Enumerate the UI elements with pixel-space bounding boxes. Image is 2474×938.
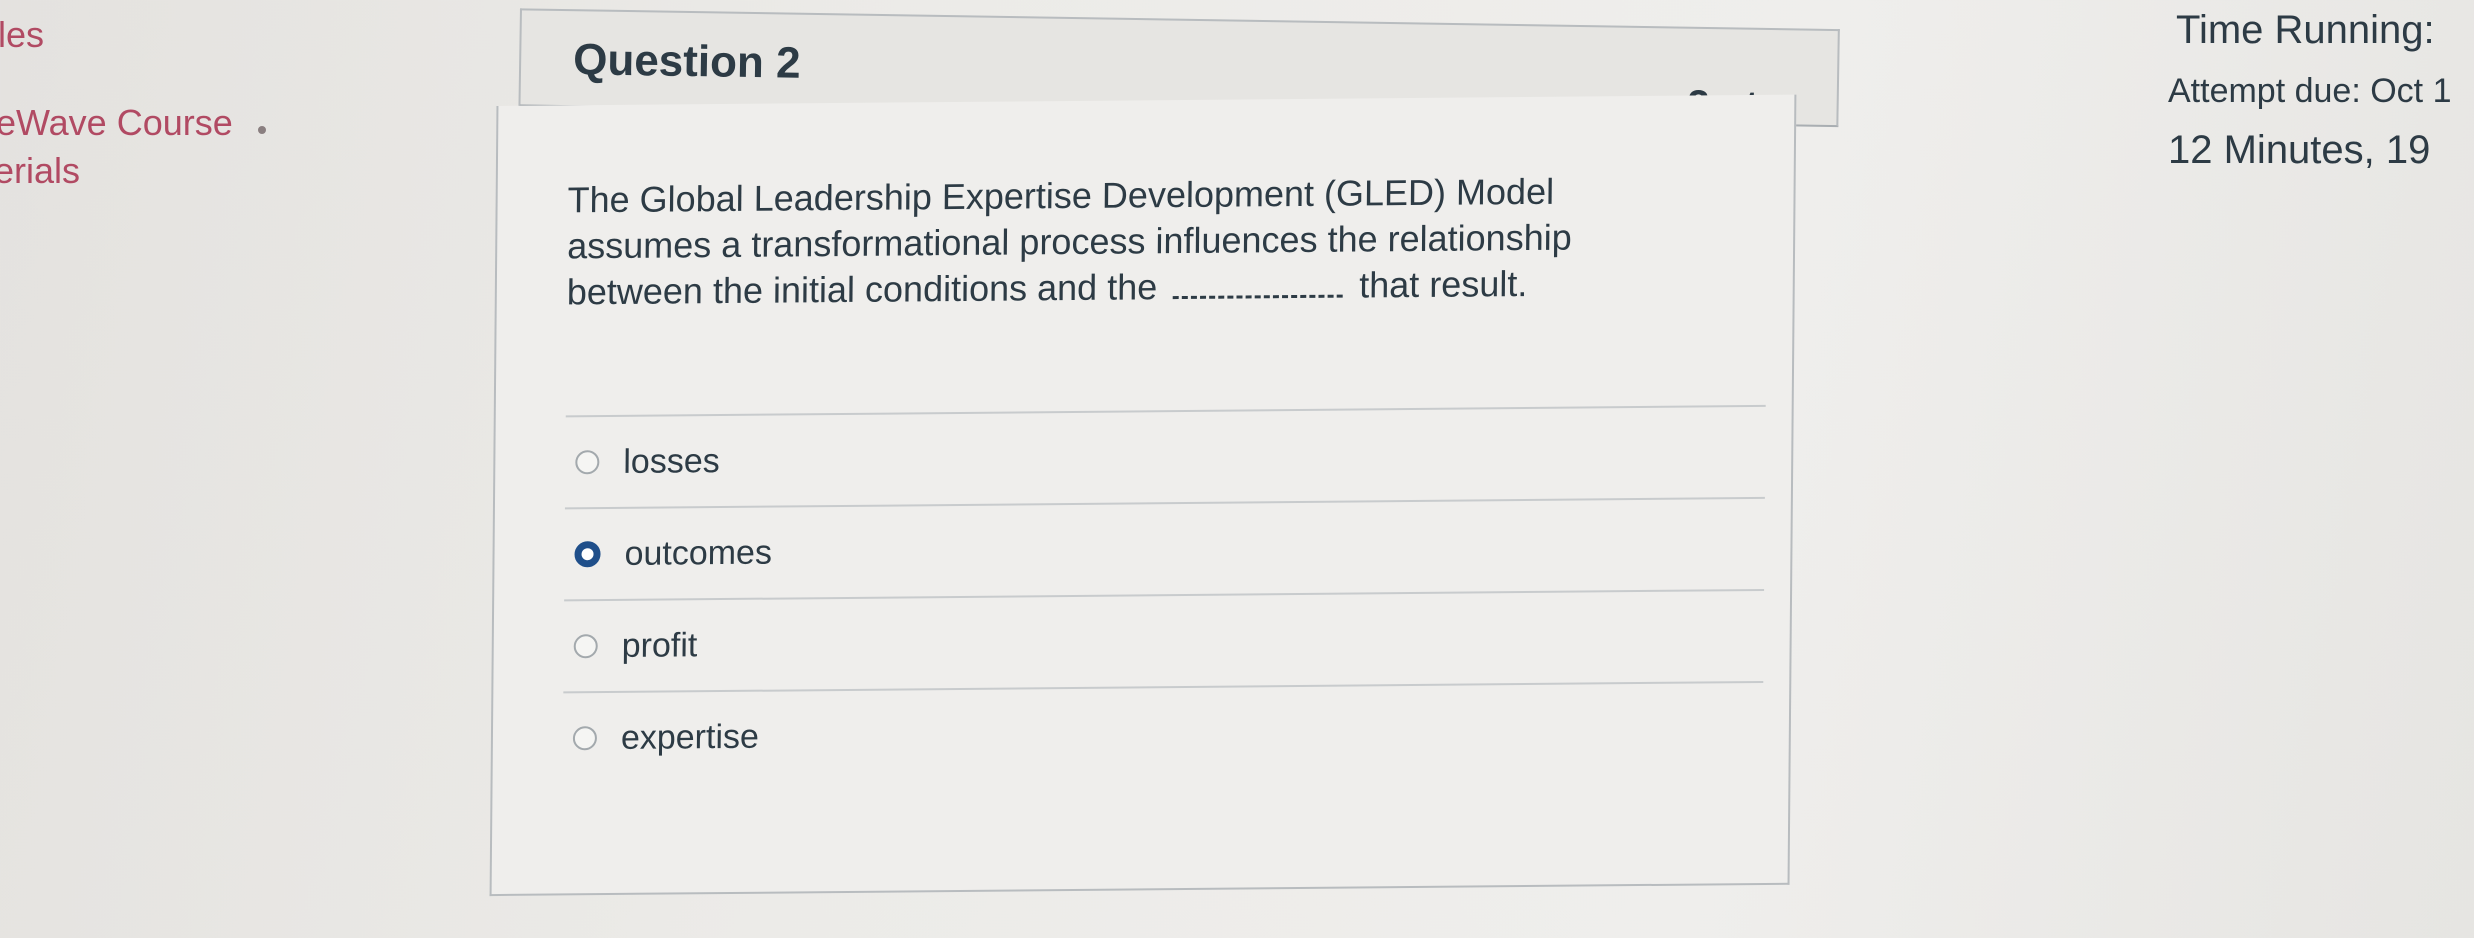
answer-option-expertise[interactable]: expertise	[562, 680, 1764, 784]
time-running-label: Time Running:	[2176, 8, 2435, 52]
radio-button[interactable]	[575, 450, 600, 475]
answer-label: losses	[623, 441, 720, 481]
answer-label: outcomes	[624, 533, 773, 573]
answer-label: expertise	[620, 717, 760, 757]
timer-panel: Time Running: Attempt due: Oct 1 12 Minu…	[2168, 0, 2474, 200]
radio-button[interactable]	[572, 726, 598, 751]
answer-option-profit[interactable]: profit	[563, 588, 1765, 692]
question-body: The Global Leadership Expertise Developm…	[489, 94, 1797, 897]
fill-in-blank	[1173, 270, 1344, 300]
answer-option-losses[interactable]: losses	[564, 404, 1766, 508]
nav-link-course-materials[interactable]: eWave Course	[0, 102, 233, 144]
external-link-icon	[258, 126, 266, 134]
question-text-after-blank: that result.	[1359, 262, 1528, 306]
radio-button[interactable]	[573, 634, 598, 659]
question-text: The Global Leadership Expertise Developm…	[567, 168, 1668, 316]
radio-button-selected[interactable]	[574, 541, 601, 568]
answer-option-outcomes[interactable]: outcomes	[564, 496, 1765, 600]
question-card: Question 2 2 pts The Global Leadership E…	[484, 8, 1840, 908]
course-nav: les eWave Course erials	[0, 0, 300, 200]
answer-label: profit	[621, 625, 698, 665]
answer-list: losses outcomes profit expertise	[562, 404, 1766, 784]
attempt-due-text: Attempt due: Oct 1	[2168, 72, 2452, 110]
nav-link-modules[interactable]: les	[0, 14, 44, 56]
nav-link-materials-cont[interactable]: erials	[0, 150, 80, 192]
question-title: Question 2	[572, 35, 801, 88]
time-remaining: 12 Minutes, 19	[2168, 128, 2431, 172]
